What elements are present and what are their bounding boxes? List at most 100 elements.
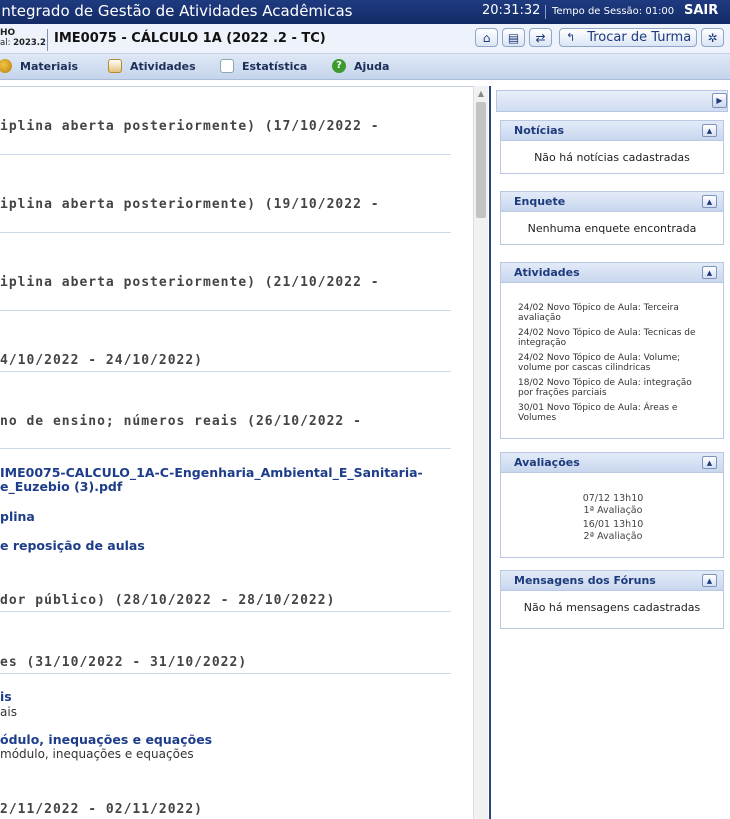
scroll-up-arrow-icon[interactable]: ▲ bbox=[474, 89, 488, 98]
plina-link[interactable]: plina bbox=[0, 509, 35, 524]
activity-item[interactable]: 18/02 Novo Tópico de Aula: integração po… bbox=[518, 378, 708, 398]
evaluation-date: 07/12 13h10 bbox=[582, 493, 644, 504]
topic-separator bbox=[0, 611, 451, 612]
menu-label: Ajuda bbox=[354, 59, 390, 73]
menu-label: Materiais bbox=[20, 59, 79, 73]
logout-link[interactable]: SAIR bbox=[684, 3, 718, 18]
panel-header: Mensagens dos Fóruns ▲ bbox=[501, 571, 723, 591]
forum-panel: Mensagens dos Fóruns ▲ Não há mensagens … bbox=[500, 570, 724, 629]
panel-title: Notícias bbox=[514, 124, 565, 137]
activity-item[interactable]: 24/02 Novo Tópico de Aula: Tecnicas de i… bbox=[518, 328, 708, 348]
activity-date: 24/02 bbox=[518, 303, 544, 313]
panel-title: Mensagens dos Fóruns bbox=[514, 574, 656, 587]
panel-header: Avaliações ▲ bbox=[501, 453, 723, 473]
evaluation-name[interactable]: 2ª Avaliação bbox=[501, 531, 725, 542]
topic-separator bbox=[0, 371, 451, 372]
topic-separator bbox=[0, 154, 451, 155]
activity-date: 30/01 bbox=[518, 403, 544, 413]
swap-arrows-icon: ⇄ bbox=[535, 30, 546, 45]
evaluation-name[interactable]: 1ª Avaliação bbox=[501, 505, 725, 516]
scroll-thumb[interactable] bbox=[476, 102, 486, 218]
course-menu: Materiais Atividades Estatística ? Ajuda bbox=[0, 54, 730, 80]
collapse-panel-button[interactable]: ▲ bbox=[702, 124, 717, 137]
collapse-panel-button[interactable]: ▲ bbox=[702, 266, 717, 279]
divider bbox=[545, 5, 546, 19]
menu-ajuda[interactable]: ? Ajuda bbox=[332, 59, 389, 73]
course-title: IME0075 - CÁLCULO 1A (2022 .2 - TC) bbox=[54, 31, 326, 46]
session-timer: Tempo de Sessão: 01:00 bbox=[552, 6, 675, 17]
menu-label: Atividades bbox=[130, 59, 196, 73]
home-button[interactable]: ⌂ bbox=[475, 28, 498, 47]
back-arrow-icon: ↰ bbox=[566, 31, 576, 44]
period-value: 2023.2 bbox=[13, 38, 46, 48]
scrollbar[interactable]: ▲ bbox=[473, 86, 488, 819]
institution-name: HO bbox=[0, 28, 16, 38]
topic-title: iplina aberta posteriormente) (19/10/202… bbox=[0, 197, 380, 212]
statistics-icon bbox=[220, 59, 234, 73]
activity-date: 18/02 bbox=[518, 378, 544, 388]
system-title: Integrado de Gestão de Atividades Acadêm… bbox=[0, 2, 353, 20]
collapse-panel-button[interactable]: ▲ bbox=[702, 574, 717, 587]
empty-message: Não há mensagens cadastradas bbox=[523, 601, 701, 614]
panel-divider bbox=[489, 86, 491, 819]
activity-text: Novo Tópico de Aula: Tecnicas de integra… bbox=[518, 328, 696, 348]
settings-button[interactable]: ✲ bbox=[701, 28, 724, 47]
materials-icon bbox=[0, 59, 12, 73]
modulo-description: módulo, inequações e equações bbox=[0, 747, 194, 761]
print-button[interactable]: ▤ bbox=[502, 28, 525, 47]
chevron-right-icon: ▶ bbox=[716, 96, 723, 105]
activity-date: 24/02 bbox=[518, 328, 544, 338]
period-prefix: al: bbox=[0, 38, 11, 48]
topic-title: 4/10/2022 - 24/10/2022) bbox=[0, 353, 204, 368]
topic-separator bbox=[0, 310, 451, 311]
gear-icon: ✲ bbox=[707, 30, 718, 45]
top-bar: Integrado de Gestão de Atividades Acadêm… bbox=[0, 0, 730, 24]
clock: 20:31:32 bbox=[482, 3, 541, 18]
panel-header: Enquete ▲ bbox=[501, 192, 723, 212]
file-link[interactable]: e_Euzebio (3).pdf bbox=[0, 479, 122, 494]
file-link[interactable]: IME0075-CALCULO_1A-C-Engenharia_Ambienta… bbox=[0, 465, 423, 480]
course-header: HO al: 2023.2 IME0075 - CÁLCULO 1A (2022… bbox=[0, 24, 730, 54]
is-description: ais bbox=[0, 705, 17, 719]
topic-title: 2/11/2022 - 02/11/2022) bbox=[0, 802, 204, 817]
help-icon: ? bbox=[332, 59, 346, 73]
topic-title: no de ensino; números reais (26/10/2022 … bbox=[0, 414, 362, 429]
menu-atividades[interactable]: Atividades bbox=[108, 59, 196, 73]
menu-estatistica[interactable]: Estatística bbox=[220, 59, 307, 73]
evaluation-date: 16/01 13h10 bbox=[582, 519, 644, 530]
topic-separator bbox=[0, 673, 451, 674]
empty-message: Não há notícias cadastradas bbox=[534, 151, 690, 164]
is-link[interactable]: is bbox=[0, 689, 12, 704]
topic-title: iplina aberta posteriormente) (17/10/202… bbox=[0, 119, 380, 134]
activities-panel: Atividades ▲ 24/02 Novo Tópico de Aula: … bbox=[500, 262, 724, 439]
collapse-panel-button[interactable]: ▲ bbox=[702, 456, 717, 469]
activity-date: 24/02 bbox=[518, 353, 544, 363]
collapse-sidebar-button[interactable]: ▶ bbox=[712, 93, 727, 108]
news-panel: Notícias ▲ Não há notícias cadastradas bbox=[500, 120, 724, 174]
sidebar-header: ▶ bbox=[496, 90, 728, 112]
panel-title: Avaliações bbox=[514, 456, 580, 469]
activity-item[interactable]: 24/02 Novo Tópico de Aula: Volume; volum… bbox=[518, 353, 708, 373]
empty-message: Nenhuma enquete encontrada bbox=[527, 222, 697, 235]
topic-separator bbox=[0, 232, 451, 233]
reposicao-link[interactable]: e reposição de aulas bbox=[0, 538, 145, 553]
switch-portal-button[interactable]: ⇄ bbox=[529, 28, 552, 47]
modulo-link[interactable]: ódulo, inequações e equações bbox=[0, 732, 212, 747]
collapse-panel-button[interactable]: ▲ bbox=[702, 195, 717, 208]
divider bbox=[47, 29, 48, 51]
activity-item[interactable]: 24/02 Novo Tópico de Aula: Terceira aval… bbox=[518, 303, 708, 323]
panel-header: Atividades ▲ bbox=[501, 263, 723, 283]
switch-class-button[interactable]: ↰ Trocar de Turma bbox=[559, 28, 697, 47]
topic-title: iplina aberta posteriormente) (21/10/202… bbox=[0, 275, 380, 290]
activity-text: Novo Tópico de Aula: integração por fraç… bbox=[518, 378, 692, 398]
activity-item[interactable]: 30/01 Novo Tópico de Aula: Áreas e Volum… bbox=[518, 403, 708, 423]
topic-title: dor público) (28/10/2022 - 28/10/2022) bbox=[0, 593, 336, 608]
home-icon: ⌂ bbox=[482, 30, 491, 45]
sidebar: ▶ Notícias ▲ Não há notícias cadastradas… bbox=[492, 86, 730, 819]
menu-label: Estatística bbox=[242, 59, 308, 73]
panel-header: Notícias ▲ bbox=[501, 121, 723, 141]
poll-panel: Enquete ▲ Nenhuma enquete encontrada bbox=[500, 191, 724, 245]
menu-materiais[interactable]: Materiais bbox=[0, 59, 78, 73]
course-topics: iplina aberta posteriormente) (17/10/202… bbox=[0, 86, 473, 819]
panel-title: Atividades bbox=[514, 266, 580, 279]
